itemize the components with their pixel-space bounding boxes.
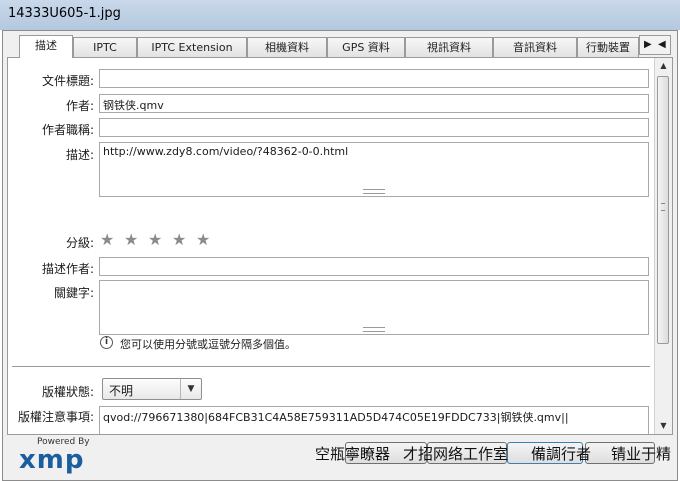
description-textarea[interactable]: http://www.zdy8.com/video/?48362-0-0.htm… — [99, 142, 649, 197]
description-label: 描述: — [65, 148, 94, 162]
description-panel: 文件標題: 作者: 钢铁侠.qmv 作者職稱: 描述: http://www.z… — [7, 57, 673, 435]
separator-hint: 您可以使用分號或逗號分隔多個值。 — [120, 338, 296, 351]
description-text: http://www.zdy8.com/video/?48362-0-0.htm… — [103, 145, 349, 158]
footer-overlay-text: 才招网络工作室 — [403, 445, 509, 463]
tab-scroll-buttons: ▶ ◀ — [639, 35, 671, 55]
author-title-label: 作者職稱: — [41, 123, 94, 137]
resize-grip-icon[interactable] — [363, 327, 385, 332]
rating-star-icon[interactable]: ★ — [148, 232, 162, 248]
scroll-down-icon[interactable]: ▼ — [655, 418, 672, 434]
tab-bar: 描述 IPTC IPTC Extension 相機資料 GPS 資料 視訊資料 … — [19, 35, 641, 58]
copyright-status-value: 不明 — [109, 384, 134, 398]
rating-label: 分級: — [65, 236, 94, 250]
file-info-dialog: 描述 IPTC IPTC Extension 相機資料 GPS 資料 視訊資料 … — [2, 30, 678, 481]
copyright-notice-text: qvod://796671380|684FCB31C4A58E759311AD5… — [103, 411, 569, 424]
doc-title-input[interactable] — [99, 69, 649, 88]
footer-overlay-text: 空瓶寧瞭器 — [315, 445, 391, 463]
tab-iptc[interactable]: IPTC — [73, 37, 137, 57]
scrollbar-thumb[interactable] — [657, 76, 669, 344]
info-icon: i — [100, 336, 113, 349]
tab-scroll-right-icon[interactable]: ▶ — [644, 38, 652, 52]
description-writer-input[interactable] — [99, 257, 649, 276]
tab-video-data[interactable]: 視訊資料 — [405, 37, 493, 57]
keywords-label: 關鍵字: — [53, 286, 94, 300]
scroll-up-icon[interactable]: ▲ — [655, 58, 672, 74]
tab-audio-data[interactable]: 音訊資料 — [493, 37, 577, 57]
window-titlebar: 14333U605-1.jpg — [0, 0, 680, 30]
vertical-scrollbar[interactable]: ▲ ▼ — [654, 58, 672, 434]
chevron-down-icon[interactable]: ▼ — [180, 379, 201, 399]
rating-star-icon[interactable]: ★ — [172, 232, 186, 248]
author-title-input[interactable] — [99, 118, 649, 137]
footer-overlay-text: 锖业于精 — [611, 445, 672, 463]
resize-grip-icon[interactable] — [363, 189, 385, 194]
rating-star-icon[interactable]: ★ — [196, 232, 210, 248]
tab-iptc-extension[interactable]: IPTC Extension — [137, 37, 247, 57]
author-label: 作者: — [65, 99, 94, 113]
tab-mobile-data[interactable]: 行動裝置 — [577, 37, 639, 57]
copyright-notice-label: 版權注意事項: — [17, 410, 94, 424]
doc-title-label: 文件標題: — [41, 74, 94, 88]
tab-gps-data[interactable]: GPS 資料 — [327, 37, 405, 57]
rating-star-icon[interactable]: ★ — [100, 232, 114, 248]
section-divider — [12, 366, 650, 367]
tab-camera-data[interactable]: 相機資料 — [247, 37, 327, 57]
copyright-status-select[interactable]: 不明 ▼ — [102, 378, 202, 400]
keywords-textarea[interactable] — [99, 280, 649, 335]
window-title: 14333U605-1.jpg — [8, 6, 121, 21]
xmp-logo: xmp — [19, 445, 85, 475]
tab-description[interactable]: 描述 — [19, 35, 73, 58]
description-writer-label: 描述作者: — [41, 262, 94, 276]
copyright-notice-textarea[interactable]: qvod://796671380|684FCB31C4A58E759311AD5… — [99, 406, 649, 434]
tab-scroll-left-icon[interactable]: ◀ — [658, 38, 666, 52]
rating-star-icon[interactable]: ★ — [124, 232, 138, 248]
footer-overlay-text: 備調行者 — [531, 445, 592, 463]
copyright-status-label: 版權狀態: — [41, 385, 94, 399]
author-input[interactable]: 钢铁侠.qmv — [99, 94, 649, 113]
